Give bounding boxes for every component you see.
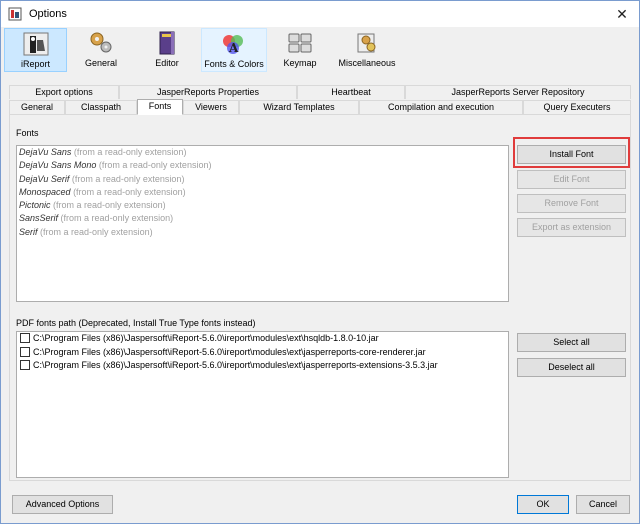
toolbar-label: iReport bbox=[20, 59, 50, 69]
font-name: SansSerif bbox=[19, 213, 59, 224]
tab-compilation-execution[interactable]: Compilation and execution bbox=[359, 100, 523, 114]
toolbar-editor[interactable]: Editor bbox=[135, 28, 199, 72]
title-bar: Options ✕ bbox=[1, 1, 639, 27]
tab-fonts[interactable]: Fonts bbox=[137, 99, 183, 115]
list-item: C:\Program Files (x86)\Jaspersoft\iRepor… bbox=[17, 359, 508, 373]
list-item[interactable]: DejaVu Sans Mono (from a read-only exten… bbox=[17, 159, 508, 172]
font-note: (from a read-only extension) bbox=[73, 147, 187, 157]
tab-jasperreports-properties[interactable]: JasperReports Properties bbox=[119, 85, 297, 99]
path-text: C:\Program Files (x86)\Jaspersoft\iRepor… bbox=[33, 333, 379, 343]
fonts-list[interactable]: DejaVu Sans (from a read-only extension)… bbox=[16, 145, 509, 302]
edit-font-button[interactable]: Edit Font bbox=[517, 170, 626, 189]
window-title: Options bbox=[29, 8, 67, 20]
export-extension-button[interactable]: Export as extension bbox=[517, 218, 626, 237]
path-text: C:\Program Files (x86)\Jaspersoft\iRepor… bbox=[33, 360, 438, 370]
fonts-panel: Fonts DejaVu Sans (from a read-only exte… bbox=[9, 114, 631, 481]
font-note: (from a read-only extension) bbox=[60, 213, 174, 224]
list-item: C:\Program Files (x86)\Jaspersoft\iRepor… bbox=[17, 332, 508, 346]
remove-font-button[interactable]: Remove Font bbox=[517, 194, 626, 213]
path-checkbox[interactable] bbox=[20, 346, 30, 357]
tab-jasperreports-server-repository[interactable]: JasperReports Server Repository bbox=[405, 85, 631, 99]
font-note: (from a read-only extension) bbox=[71, 173, 185, 184]
toolbar-general[interactable]: General bbox=[69, 28, 133, 72]
font-note: (from a read-only extension) bbox=[73, 186, 186, 197]
tab-general[interactable]: General bbox=[9, 100, 65, 114]
toolbar-label: Editor bbox=[155, 58, 179, 68]
fonts-colors-icon: A bbox=[223, 35, 243, 55]
fonts-section-label: Fonts bbox=[16, 128, 39, 138]
path-checkbox[interactable] bbox=[20, 360, 30, 370]
tab-classpath[interactable]: Classpath bbox=[65, 100, 137, 114]
list-item: C:\Program Files (x86)\Jaspersoft\iRepor… bbox=[17, 346, 508, 360]
list-item[interactable]: DejaVu Sans (from a read-only extension) bbox=[17, 146, 508, 159]
tab-query-executers[interactable]: Query Executers bbox=[523, 100, 631, 114]
font-note: (from a read-only extension) bbox=[53, 200, 166, 211]
category-toolbar: iReport General Editor A Fonts & Colors … bbox=[1, 27, 639, 73]
font-note: (from a read-only extension) bbox=[98, 160, 212, 171]
toolbar-label: General bbox=[84, 58, 118, 68]
list-item[interactable]: DejaVu Serif (from a read-only extension… bbox=[17, 173, 508, 186]
font-name: DejaVu Serif bbox=[19, 173, 70, 184]
svg-text:A: A bbox=[228, 41, 239, 55]
deselect-all-button[interactable]: Deselect all bbox=[517, 358, 626, 377]
close-button[interactable]: ✕ bbox=[611, 4, 633, 24]
app-icon bbox=[8, 7, 22, 21]
toolbar-keymap[interactable]: Keymap bbox=[269, 28, 331, 72]
keyboard-icon bbox=[288, 33, 312, 53]
font-note: (from a read-only extension) bbox=[40, 226, 153, 237]
path-text: C:\Program Files (x86)\Jaspersoft\iRepor… bbox=[33, 346, 426, 357]
advanced-options-button[interactable]: Advanced Options bbox=[12, 495, 113, 514]
list-item[interactable]: SansSerif (from a read-only extension) bbox=[17, 212, 508, 225]
toolbar-fonts-colors[interactable]: A Fonts & Colors bbox=[201, 28, 267, 72]
pdf-section-label: PDF fonts path (Deprecated, Install True… bbox=[16, 318, 256, 328]
tab-viewers[interactable]: Viewers bbox=[183, 100, 239, 114]
list-item[interactable]: Monospaced (from a read-only extension) bbox=[17, 186, 508, 199]
toolbar-label: Miscellaneous bbox=[338, 58, 396, 68]
path-checkbox[interactable] bbox=[20, 333, 30, 343]
cancel-button[interactable]: Cancel bbox=[576, 495, 630, 514]
tab-strip: Export options JasperReports Properties … bbox=[9, 85, 631, 115]
toolbar-miscellaneous[interactable]: Miscellaneous bbox=[333, 28, 401, 72]
options-window: Options ✕ iReport General Editor A Fonts… bbox=[0, 0, 640, 524]
ok-button[interactable]: OK bbox=[517, 495, 569, 514]
gears-icon bbox=[90, 32, 112, 53]
ireport-icon bbox=[23, 32, 48, 56]
misc-gears-icon bbox=[357, 33, 376, 53]
pdf-paths-list[interactable]: C:\Program Files (x86)\Jaspersoft\iRepor… bbox=[16, 331, 509, 478]
font-name: DejaVu Sans bbox=[19, 147, 72, 157]
font-name: Monospaced bbox=[19, 186, 71, 197]
install-font-button[interactable]: Install Font bbox=[517, 145, 626, 164]
tab-export-options[interactable]: Export options bbox=[9, 85, 119, 99]
list-item[interactable]: Serif (from a read-only extension) bbox=[17, 226, 508, 239]
toolbar-label: Fonts & Colors bbox=[204, 59, 264, 69]
editor-book-icon bbox=[159, 31, 175, 55]
list-item[interactable]: Pictonic (from a read-only extension) bbox=[17, 199, 508, 212]
select-all-button[interactable]: Select all bbox=[517, 333, 626, 352]
toolbar-ireport[interactable]: iReport bbox=[4, 28, 67, 72]
font-name: DejaVu Sans Mono bbox=[19, 160, 97, 171]
font-name: Serif bbox=[19, 226, 38, 237]
tab-wizard-templates[interactable]: Wizard Templates bbox=[239, 100, 359, 114]
toolbar-label: Keymap bbox=[283, 58, 317, 68]
tab-heartbeat[interactable]: Heartbeat bbox=[297, 85, 405, 99]
font-name: Pictonic bbox=[19, 200, 51, 211]
